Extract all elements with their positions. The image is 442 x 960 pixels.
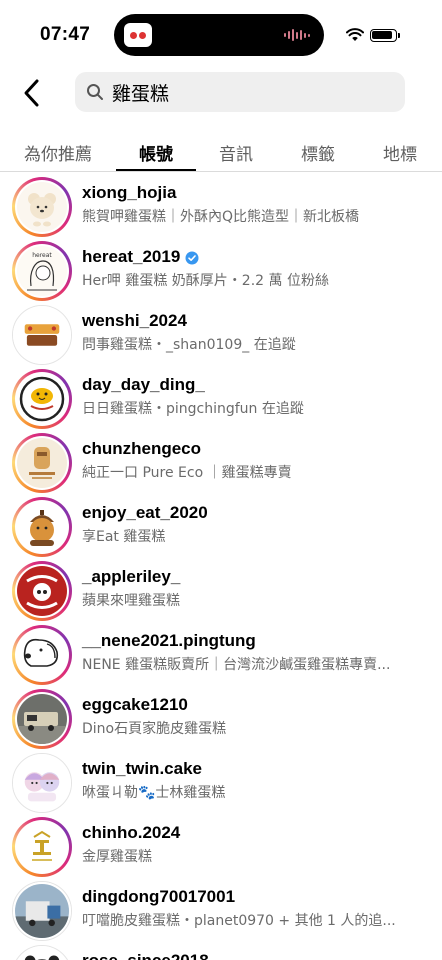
list-item[interactable]: eggcake1210 Dino石頁家脆皮雞蛋糕 xyxy=(0,686,442,750)
wifi-icon xyxy=(346,28,364,41)
avatar[interactable] xyxy=(12,561,72,621)
back-button[interactable] xyxy=(18,76,48,110)
username: _appleriley_ xyxy=(82,567,181,586)
active-tab-indicator xyxy=(116,169,196,171)
status-time: 07:47 xyxy=(40,24,91,45)
account-subtitle: NENE 雞蛋糕販賣所｜台灣流沙鹹蛋雞蛋糕專賣... xyxy=(82,657,391,673)
acorn-avatar-icon xyxy=(17,502,67,552)
girl-sketch-avatar-icon: hereat xyxy=(17,246,67,296)
username: __nene2021.pingtung xyxy=(82,631,256,650)
tab-tags[interactable]: 標籤 xyxy=(301,140,335,165)
avatar[interactable]: hereat xyxy=(12,241,72,301)
account-subtitle: Dino石頁家脆皮雞蛋糕 xyxy=(82,721,227,737)
avatar[interactable] xyxy=(12,753,72,813)
avatar[interactable] xyxy=(12,881,72,941)
dog-avatar-icon xyxy=(17,630,67,680)
dynamic-island xyxy=(114,14,324,56)
account-subtitle: 日日雞蛋糕・pingchingfun 在追蹤 xyxy=(82,401,304,417)
list-item[interactable]: chunzhengeco 純正一口 Pure Eco ｜雞蛋糕專賣 xyxy=(0,430,442,494)
battery-icon xyxy=(370,29,400,42)
apple-avatar-icon xyxy=(17,566,67,616)
svg-text:hereat: hereat xyxy=(32,252,52,259)
avatar[interactable] xyxy=(12,945,72,960)
truck-avatar-icon xyxy=(17,694,67,744)
username: hereat_2019 xyxy=(82,247,199,267)
username: wenshi_2024 xyxy=(82,311,187,330)
account-subtitle: 叮噹脆皮雞蛋糕・planet0970 + 其他 1 人的追... xyxy=(82,913,396,929)
list-item[interactable]: twin_twin.cake 咻蛋ㄐ勒🐾士林雞蛋糕 xyxy=(0,750,442,814)
list-item[interactable]: __nene2021.pingtung NENE 雞蛋糕販賣所｜台灣流沙鹹蛋雞蛋… xyxy=(0,622,442,686)
cake-avatar-icon xyxy=(17,438,67,488)
twins-avatar-icon xyxy=(15,756,69,810)
username: chinho.2024 xyxy=(82,823,181,842)
list-item[interactable]: _appleriley_ 蘋果來哩雞蛋糕 xyxy=(0,558,442,622)
username: rose_since2018 xyxy=(82,951,209,960)
account-subtitle: 純正一口 Pure Eco ｜雞蛋糕專賣 xyxy=(82,465,292,481)
logo-avatar-icon xyxy=(15,308,69,362)
live-activity-icon xyxy=(124,23,152,47)
audio-wave-icon xyxy=(284,28,310,42)
avatar[interactable] xyxy=(12,305,72,365)
avatar[interactable] xyxy=(12,625,72,685)
gold-logo-avatar-icon xyxy=(17,822,67,872)
search-icon xyxy=(86,83,104,101)
duck-avatar-icon xyxy=(17,374,67,424)
list-item[interactable]: chinho.2024 金厚雞蛋糕 xyxy=(0,814,442,878)
tab-bar: 為你推薦 帳號 音訊 標籤 地標 xyxy=(0,128,442,172)
tab-for-you[interactable]: 為你推薦 xyxy=(24,140,92,165)
verified-badge-icon xyxy=(185,251,199,265)
list-item[interactable]: enjoy_eat_2020 享Eat 雞蛋糕 xyxy=(0,494,442,558)
search-query: 雞蛋糕 xyxy=(112,82,170,105)
search-input[interactable]: 雞蛋糕 xyxy=(75,72,405,112)
list-item[interactable]: xiong_hojia 熊賀呷雞蛋糕｜外酥內Q比熊造型｜新北板橋 xyxy=(0,174,442,238)
avatar[interactable] xyxy=(12,177,72,237)
account-subtitle: 問事雞蛋糕・_shan0109_ 在追蹤 xyxy=(82,337,296,353)
account-subtitle: 享Eat 雞蛋糕 xyxy=(82,529,166,545)
avatar[interactable] xyxy=(12,689,72,749)
bear-avatar-icon xyxy=(17,182,67,232)
list-item[interactable]: day_day_ding_ 日日雞蛋糕・pingchingfun 在追蹤 xyxy=(0,366,442,430)
tab-audio[interactable]: 音訊 xyxy=(219,140,253,165)
username: twin_twin.cake xyxy=(82,759,202,778)
username: xiong_hojia xyxy=(82,183,177,202)
account-subtitle: 蘋果來哩雞蛋糕 xyxy=(82,593,180,609)
username: day_day_ding_ xyxy=(82,375,205,394)
avatar[interactable] xyxy=(12,433,72,493)
list-item[interactable]: hereat hereat_2019 Her呷 雞蛋糕 奶酥厚片・2.2 萬 位… xyxy=(0,238,442,302)
photo-avatar-icon xyxy=(15,884,69,938)
list-item[interactable]: dingdong70017001 叮噹脆皮雞蛋糕・planet0970 + 其他… xyxy=(0,878,442,942)
panda-avatar-icon xyxy=(15,948,69,960)
list-item[interactable]: rose_since2018 xyxy=(0,942,442,960)
username: chunzhengeco xyxy=(82,439,202,458)
chevron-left-icon xyxy=(24,79,39,107)
list-item[interactable]: wenshi_2024 問事雞蛋糕・_shan0109_ 在追蹤 xyxy=(0,302,442,366)
account-subtitle: 金厚雞蛋糕 xyxy=(82,849,152,865)
username: eggcake1210 xyxy=(82,695,188,714)
avatar[interactable] xyxy=(12,817,72,877)
status-bar: 07:47 xyxy=(0,0,442,70)
avatar[interactable] xyxy=(12,497,72,557)
username: enjoy_eat_2020 xyxy=(82,503,208,522)
username: dingdong70017001 xyxy=(82,887,236,906)
account-subtitle: 咻蛋ㄐ勒🐾士林雞蛋糕 xyxy=(82,785,226,801)
avatar[interactable] xyxy=(12,369,72,429)
tab-accounts[interactable]: 帳號 xyxy=(139,140,173,165)
account-subtitle: 熊賀呷雞蛋糕｜外酥內Q比熊造型｜新北板橋 xyxy=(82,209,360,225)
account-subtitle: Her呷 雞蛋糕 奶酥厚片・2.2 萬 位粉絲 xyxy=(82,273,329,289)
tab-places[interactable]: 地標 xyxy=(383,140,417,165)
